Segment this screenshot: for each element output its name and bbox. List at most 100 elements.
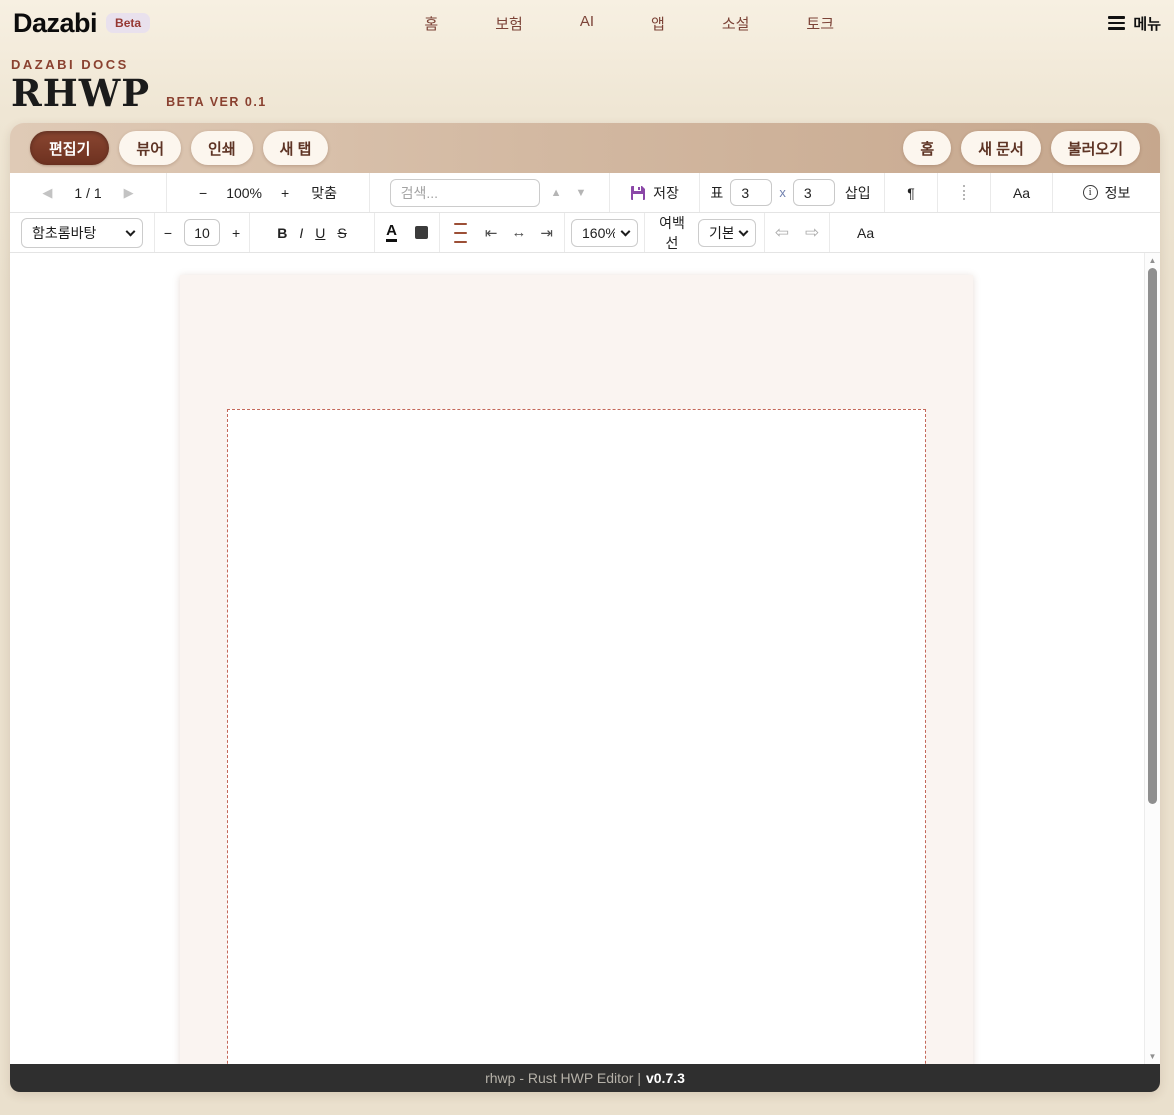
scrollbar[interactable]: ▲ ▼ — [1144, 253, 1160, 1064]
case-button[interactable]: Aa — [854, 225, 877, 241]
margin-guide[interactable] — [227, 409, 926, 1064]
redo-button[interactable]: ⇨ — [802, 223, 822, 243]
table-label: 표 — [710, 183, 723, 203]
font-size-plus-button[interactable]: + — [229, 225, 243, 241]
underline-button[interactable]: U — [312, 225, 328, 241]
table-x-label: x — [779, 185, 786, 200]
document-page[interactable] — [180, 275, 973, 1064]
bold-button[interactable]: B — [274, 225, 290, 241]
fit-button[interactable]: 맞춤 — [308, 183, 340, 203]
nav-item-home[interactable]: 홈 — [424, 13, 438, 34]
text-style-button[interactable]: Aa — [1010, 185, 1033, 201]
docs-header: DAZABI DOCS RHWP BETA VER 0.1 — [0, 46, 1174, 114]
app-root: Dazabi Beta 홈 보험 AI 앱 소설 토크 메뉴 DAZABI DO… — [0, 0, 1174, 1115]
save-label: 저장 — [653, 183, 679, 203]
new-document-button[interactable]: 새 문서 — [961, 131, 1041, 165]
toolbar-group-color: A — [375, 213, 440, 252]
nav-item-novel[interactable]: 소설 — [722, 13, 750, 34]
nav-item-insurance[interactable]: 보험 — [495, 13, 523, 34]
beta-badge: Beta — [106, 13, 150, 33]
zoom-out-button[interactable]: − — [196, 185, 210, 201]
font-color-icon: A — [386, 223, 397, 243]
italic-button[interactable]: I — [296, 225, 306, 241]
font-size-minus-button[interactable]: − — [161, 225, 175, 241]
toolbar-group-table: 표 x 삽입 — [700, 173, 885, 212]
menu-label: 메뉴 — [1133, 13, 1161, 34]
pilcrow-button[interactable]: ¶ — [904, 185, 918, 201]
info-label: 정보 — [1105, 183, 1131, 203]
version-note: BETA VER 0.1 — [166, 95, 267, 109]
brand: Dazabi Beta — [13, 8, 150, 39]
toolbar-group-aa2: Aa — [830, 213, 1160, 252]
indent-left-button[interactable]: ⇤ — [482, 224, 501, 242]
color-swatch-icon — [415, 226, 428, 239]
tab-bar: 편집기 뷰어 인쇄 새 탭 홈 새 문서 불러오기 — [10, 123, 1160, 173]
title-row: RHWP BETA VER 0.1 — [11, 72, 1174, 114]
editor-card: 편집기 뷰어 인쇄 새 탭 홈 새 문서 불러오기 ◀ 1 / 1 ▶ − 10… — [10, 123, 1160, 1092]
toolbar-group-search: ▲ ▼ — [370, 173, 610, 212]
scrollbar-thumb[interactable] — [1148, 268, 1157, 804]
vertical-dots-icon — [963, 185, 965, 200]
toolbar-group-history: ⇦ ⇨ — [765, 213, 830, 252]
guide-lines-button[interactable] — [960, 185, 968, 200]
font-color-button[interactable]: A — [383, 223, 400, 243]
tab-print[interactable]: 인쇄 — [191, 131, 253, 165]
zoom-in-button[interactable]: + — [278, 185, 292, 201]
table-cols-input[interactable] — [793, 179, 835, 206]
info-icon: i — [1083, 185, 1098, 200]
toolbar-group-zoom: − 100% + 맞춤 — [167, 173, 370, 212]
indent-left-icon: ⇤ — [485, 224, 498, 242]
undo-button[interactable]: ⇦ — [772, 223, 792, 243]
home-button[interactable]: 홈 — [903, 131, 951, 165]
width-fit-button[interactable]: ↔ — [508, 224, 529, 241]
toolbar-group-aa: Aa — [991, 173, 1053, 212]
search-prev-button[interactable]: ▲ — [548, 187, 565, 199]
font-family-select[interactable]: 함초롬바탕 — [21, 218, 143, 248]
toolbar-group-font: 함초롬바탕 — [10, 213, 155, 252]
insert-table-button[interactable]: 삽입 — [842, 183, 874, 203]
toolbar-group-guides — [938, 173, 991, 212]
next-page-button[interactable]: ▶ — [121, 185, 137, 201]
width-arrow-icon: ↔ — [511, 224, 526, 241]
search-next-button[interactable]: ▼ — [573, 187, 590, 199]
tab-editor[interactable]: 편집기 — [30, 131, 109, 165]
toolbar-group-size: − + — [155, 213, 250, 252]
highlight-color-button[interactable] — [412, 226, 431, 239]
indent-right-icon: ⇥ — [540, 224, 553, 242]
status-version: v0.7.3 — [646, 1070, 685, 1086]
scroll-down-icon[interactable]: ▼ — [1145, 1052, 1160, 1061]
prev-page-icon: ◀ — [42, 185, 52, 201]
tab-viewer[interactable]: 뷰어 — [119, 131, 181, 165]
toolbar-group-pilcrow: ¶ — [885, 173, 938, 212]
save-button[interactable]: 저장 — [627, 183, 682, 203]
scroll-up-icon[interactable]: ▲ — [1145, 256, 1160, 265]
font-size-input[interactable] — [184, 219, 220, 246]
preset-select-wrap: 기본 — [698, 219, 756, 247]
nav-item-app[interactable]: 앱 — [651, 13, 665, 34]
margin-line-toggle[interactable]: 여백선 — [653, 218, 691, 247]
tab-new-tab[interactable]: 새 탭 — [263, 131, 329, 165]
justify-icon — [454, 223, 467, 225]
toolbar-group-pager: ◀ 1 / 1 ▶ — [10, 173, 167, 212]
indent-right-button[interactable]: ⇥ — [537, 224, 556, 242]
line-height-select[interactable]: 160% — [571, 219, 638, 247]
toolbar-group-style: B I U S — [250, 213, 375, 252]
top-navbar: Dazabi Beta 홈 보험 AI 앱 소설 토크 메뉴 — [0, 0, 1174, 46]
menu-button[interactable]: 메뉴 — [1108, 13, 1161, 34]
search-up-icon: ▲ — [551, 187, 562, 199]
open-document-button[interactable]: 불러오기 — [1051, 131, 1140, 165]
search-input[interactable] — [390, 179, 540, 207]
dazabi-logo[interactable]: Dazabi — [13, 8, 97, 39]
strikethrough-button[interactable]: S — [334, 225, 349, 241]
prev-page-button[interactable]: ◀ — [39, 185, 55, 201]
nav-item-talk[interactable]: 토크 — [806, 13, 834, 34]
toolbar-group-info: i 정보 — [1053, 173, 1160, 212]
info-button[interactable]: i 정보 — [1080, 183, 1134, 203]
page-indicator: 1 / 1 — [74, 185, 101, 201]
toolbar-group-lineheight: 160% — [565, 213, 645, 252]
justify-button[interactable] — [448, 218, 474, 248]
style-preset-select[interactable]: 기본 — [698, 219, 756, 247]
table-rows-input[interactable] — [730, 179, 772, 206]
nav-item-ai[interactable]: AI — [580, 13, 594, 34]
format-toolbar: 함초롬바탕 − + B I U S A ⇤ ↔ — [10, 213, 1160, 253]
